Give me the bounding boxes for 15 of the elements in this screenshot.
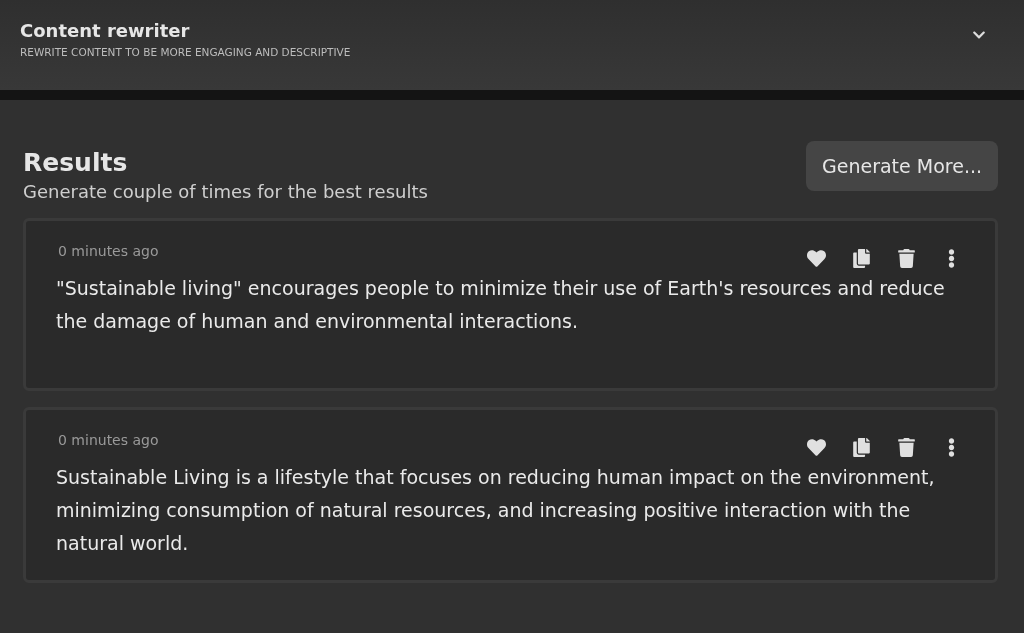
timestamp: 0 minutes ago xyxy=(58,243,159,261)
copy-icon[interactable] xyxy=(852,249,871,268)
result-text: Sustainable Living is a lifestyle that focuses on reducing human impact on the environment, minimizing consumption of natural resources, and increasing positive interaction with the natural world. xyxy=(56,465,936,556)
results-heading: Results xyxy=(23,148,129,177)
result-text: "Sustainable living" encourages people to minimize their use of Earth's resources and reduce the damage of human and environmental interactions. xyxy=(56,276,946,334)
results-subtitle: Generate couple of times for the best results xyxy=(23,181,428,202)
trash-icon[interactable] xyxy=(897,438,916,457)
trash-icon[interactable] xyxy=(897,249,916,268)
timestamp: 0 minutes ago xyxy=(58,432,159,450)
generate-more-button[interactable]: Generate More... xyxy=(806,141,998,191)
heart-icon[interactable] xyxy=(807,438,826,457)
tool-title: Content rewriter xyxy=(20,20,191,41)
tool-subtitle: REWRITE CONTENT TO BE MORE ENGAGING AND DESCRIPTIVE xyxy=(20,46,351,58)
copy-icon[interactable] xyxy=(852,438,871,457)
heart-icon[interactable] xyxy=(807,249,826,268)
